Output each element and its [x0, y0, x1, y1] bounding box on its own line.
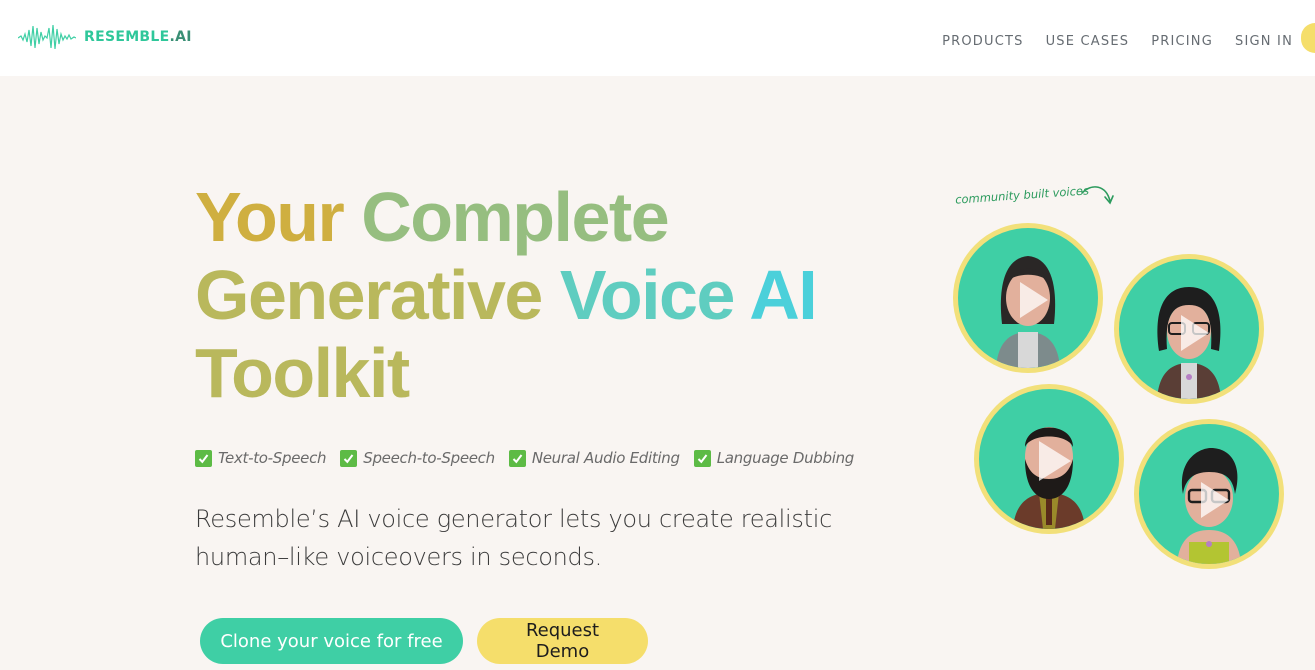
checkbox-checked-icon: [195, 449, 212, 467]
voice-avatar-2[interactable]: [1114, 254, 1264, 404]
logo[interactable]: RESEMBLE.AI: [18, 22, 192, 52]
curved-arrow-icon: [1081, 186, 1114, 205]
avatar-illustration: [1177, 448, 1241, 564]
feature-item: Language Dubbing: [693, 449, 855, 467]
feature-item: Speech-to-Speech: [340, 449, 495, 467]
soundwave-logo-icon: [18, 24, 76, 50]
avatar-illustration: [996, 256, 1060, 368]
request-demo-button[interactable]: Request Demo: [477, 618, 648, 664]
feature-label: Language Dubbing: [716, 449, 855, 467]
hero-cta-group: Clone your voice for free Request Demo: [200, 618, 648, 664]
checkbox-checked-icon: [340, 449, 358, 467]
avatar-illustration: [1013, 427, 1085, 529]
avatar-illustration: [1157, 287, 1221, 399]
feature-item: Neural Audio Editing: [508, 449, 680, 467]
hero-title: Your Complete Generative Voice AI Toolki…: [195, 178, 818, 412]
feature-list: Text-to-Speech Speech-to-Speech Neural A…: [195, 449, 854, 467]
nav-sign-in[interactable]: SIGN IN: [1235, 34, 1293, 49]
hero-subtitle: Resemble’s AI voice generator lets you c…: [195, 505, 832, 571]
checkbox-checked-icon: [693, 449, 711, 467]
logo-text: RESEMBLE.AI: [84, 29, 192, 45]
main-nav: PRODUCTS USE CASES PRICING SIGN IN: [920, 23, 1315, 53]
nav-cta-button-edge[interactable]: [1301, 23, 1315, 53]
feature-item: Text-to-Speech: [195, 449, 327, 467]
community-voices-label: community built voices: [954, 183, 1090, 207]
voice-avatar-3[interactable]: [974, 384, 1124, 534]
feature-label: Speech-to-Speech: [363, 449, 495, 467]
voice-avatar-4[interactable]: [1134, 419, 1284, 569]
checkbox-checked-icon: [508, 449, 526, 467]
feature-label: Neural Audio Editing: [531, 449, 680, 467]
nav-products[interactable]: PRODUCTS: [942, 34, 1024, 49]
clone-voice-button[interactable]: Clone your voice for free: [200, 618, 463, 664]
voice-avatar-1[interactable]: [953, 223, 1103, 373]
feature-label: Text-to-Speech: [218, 449, 327, 467]
site-header: RESEMBLE.AI PRODUCTS USE CASES PRICING S…: [0, 0, 1315, 76]
nav-pricing[interactable]: PRICING: [1151, 34, 1213, 49]
nav-use-cases[interactable]: USE CASES: [1046, 34, 1130, 49]
